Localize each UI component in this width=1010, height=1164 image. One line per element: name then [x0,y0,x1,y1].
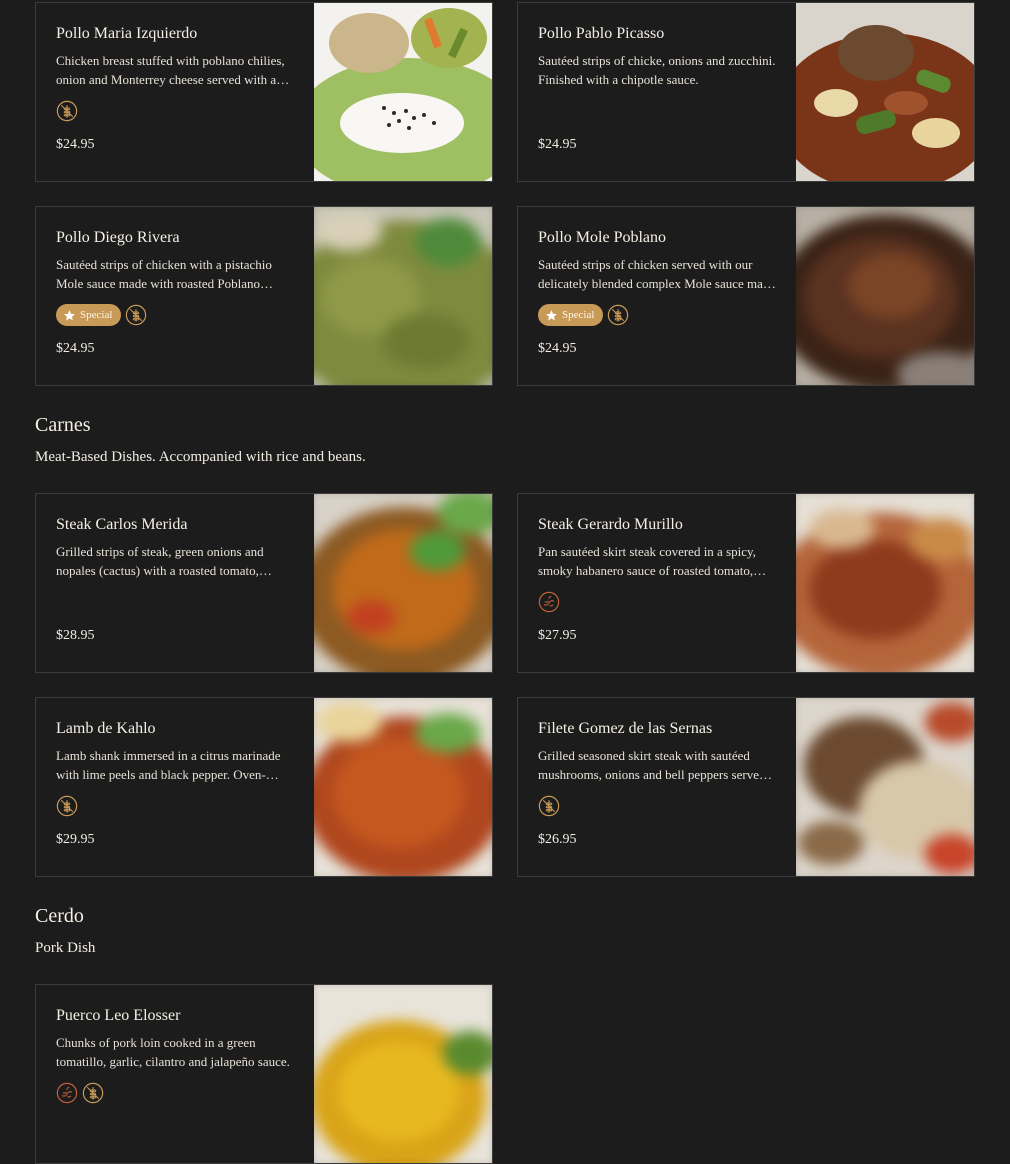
menu: Pollo Maria Izquierdo Chicken breast stu… [35,2,975,1164]
menu-item-price: $28.95 [56,628,95,643]
special-badge-label: Special [80,309,113,321]
special-badge: Special [56,304,122,326]
spicy-icon [56,1082,78,1104]
menu-item-title: Puerco Leo Elosser [56,1007,181,1024]
menu-item-price: $26.95 [538,832,577,847]
gluten-free-icon [538,795,560,817]
dish-photo [796,494,974,672]
menu-item-price: $24.95 [56,341,95,356]
menu-item-lamb-de-kahlo[interactable]: Lamb de Kahlo Lamb shank immersed in a c… [35,697,493,877]
special-badge-label: Special [562,309,595,321]
menu-item-pollo-mole-poblano[interactable]: Pollo Mole Poblano Sautéed strips of chi… [517,206,975,386]
menu-item-description: Lamb shank immersed in a citrus marinade… [56,748,281,782]
menu-item-description: Chunks of pork loin cooked in a green to… [56,1035,290,1069]
dish-photo [314,207,492,385]
menu-item-description: Sautéed strips of chicke, onions and zuc… [538,53,776,87]
menu-item-text: Pollo Pablo Picasso Sautéed strips of ch… [518,3,796,181]
menu-item-text: Steak Gerardo Murillo Pan sautéed skirt … [518,494,796,672]
menu-item-filete-gomez-de-las-sernas[interactable]: Filete Gomez de las Sernas Grilled seaso… [517,697,975,877]
dish-photo [796,3,974,181]
menu-item-title: Pollo Diego Rivera [56,229,180,246]
menu-item-steak-gerardo-murillo[interactable]: Steak Gerardo Murillo Pan sautéed skirt … [517,493,975,673]
menu-item-description: Grilled seasoned skirt steak with sautée… [538,748,766,782]
dish-photo [314,494,492,672]
menu-item-text: Puerco Leo Elosser Chunks of pork loin c… [36,985,314,1163]
menu-item-badges [56,588,294,616]
menu-item-price: $27.95 [538,628,577,643]
menu-grid-cerdo: Puerco Leo Elosser Chunks of pork loin c… [35,984,975,1164]
star-icon [64,309,75,320]
menu-item-badges: Special [56,301,294,329]
section-title-cerdo: Cerdo [35,905,84,927]
menu-item-title: Pollo Mole Poblano [538,229,667,246]
menu-item-title: Pollo Pablo Picasso [538,25,665,42]
dish-photo [314,3,492,181]
star-icon [546,309,557,320]
gluten-free-icon [56,795,78,817]
menu-item-badges [56,792,294,820]
spicy-icon [538,591,560,613]
menu-item-pollo-maria-izquierdo[interactable]: Pollo Maria Izquierdo Chicken breast stu… [35,2,493,182]
special-badge: Special [538,304,604,326]
menu-item-text: Lamb de Kahlo Lamb shank immersed in a c… [36,698,314,876]
menu-item-price: $24.95 [538,137,577,152]
menu-item-title: Pollo Maria Izquierdo [56,25,198,42]
gluten-free-icon [56,100,78,122]
menu-item-description: Grilled strips of steak, green onions an… [56,544,264,578]
dish-photo [314,698,492,876]
menu-item-text: Pollo Mole Poblano Sautéed strips of chi… [518,207,796,385]
dish-photo [314,985,492,1163]
menu-item-text: Steak Carlos Merida Grilled strips of st… [36,494,314,672]
menu-item-text: Pollo Maria Izquierdo Chicken breast stu… [36,3,314,181]
menu-item-title: Steak Carlos Merida [56,516,188,533]
menu-item-description: Pan sautéed skirt steak covered in a spi… [538,544,756,578]
section-description-carnes: Meat-Based Dishes. Accompanied with rice… [35,449,366,465]
menu-item-title: Steak Gerardo Murillo [538,516,683,533]
gluten-free-icon [82,1082,104,1104]
menu-item-description: Chicken breast stuffed with poblano chil… [56,53,285,87]
menu-item-puerco-leo-elosser[interactable]: Puerco Leo Elosser Chunks of pork loin c… [35,984,493,1164]
menu-item-title: Filete Gomez de las Sernas [538,720,713,737]
menu-item-steak-carlos-merida[interactable]: Steak Carlos Merida Grilled strips of st… [35,493,493,673]
menu-item-price: $24.95 [56,137,95,152]
menu-item-badges [538,792,776,820]
menu-item-text: Pollo Diego Rivera Sautéed strips of chi… [36,207,314,385]
menu-item-pollo-pablo-picasso[interactable]: Pollo Pablo Picasso Sautéed strips of ch… [517,2,975,182]
section-description-cerdo: Pork Dish [35,940,96,956]
menu-item-title: Lamb de Kahlo [56,720,156,737]
dish-photo [796,207,974,385]
menu-item-price: $24.95 [538,341,577,356]
menu-grid-pollo: Pollo Maria Izquierdo Chicken breast stu… [35,2,975,386]
menu-item-badges [56,1079,294,1107]
menu-item-badges [538,97,776,125]
menu-item-badges: Special [538,301,776,329]
menu-item-text: Filete Gomez de las Sernas Grilled seaso… [518,698,796,876]
menu-item-badges [538,588,776,616]
menu-item-pollo-diego-rivera[interactable]: Pollo Diego Rivera Sautéed strips of chi… [35,206,493,386]
dish-photo [796,698,974,876]
menu-item-description: Sautéed strips of chicken with a pistach… [56,257,272,291]
menu-item-badges [56,97,294,125]
section-title-carnes: Carnes [35,414,91,436]
menu-item-description: Sautéed strips of chicken served with ou… [538,257,776,291]
gluten-free-icon [125,304,147,326]
menu-item-price: $29.95 [56,832,95,847]
menu-grid-carnes: Steak Carlos Merida Grilled strips of st… [35,493,975,877]
gluten-free-icon [607,304,629,326]
